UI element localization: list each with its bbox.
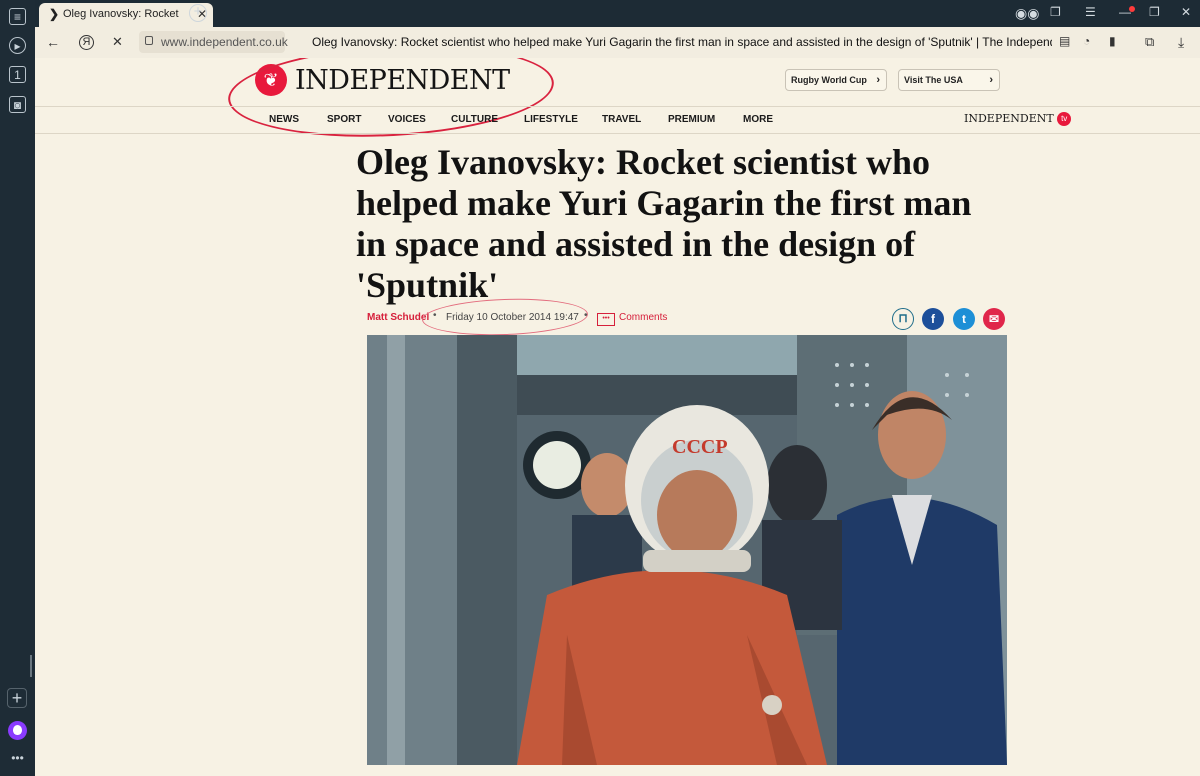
add-panel-icon[interactable]: + [7, 688, 27, 708]
chevron-right-icon: › [876, 74, 880, 86]
separator-dot: • [584, 310, 588, 321]
independent-tv-link[interactable]: INDEPENDENT tv [964, 112, 1072, 126]
menu-icon[interactable]: ☰ [1085, 5, 1096, 19]
facebook-icon[interactable]: f [922, 308, 944, 330]
nav-culture[interactable]: CULTURE [451, 114, 498, 125]
back-icon[interactable]: ← [46, 34, 60, 50]
screenshot-icon[interactable]: ◙ [9, 96, 26, 113]
author-link[interactable]: Matt Schudel [367, 312, 429, 323]
protect-icon[interactable]: ◔ [1083, 34, 1090, 48]
nav-travel[interactable]: TRAVEL [602, 114, 641, 125]
collections-icon[interactable]: ≡ [9, 8, 26, 25]
active-tab[interactable]: ❯ Oleg Ivanovsky: Rocket ✕ [39, 3, 213, 27]
nav-more[interactable]: MORE [743, 114, 773, 125]
browser-sidebar: ≡ ▸ 1 ◙ + ••• [0, 0, 35, 776]
nav-premium[interactable]: PREMIUM [668, 114, 715, 125]
more-icon[interactable]: ••• [9, 750, 26, 767]
comments-link[interactable]: Comments [619, 312, 667, 323]
page-title-in-bar: Oleg Ivanovsky: Rocket scientist who hel… [312, 35, 1052, 49]
tab-favicon-icon: ❯ [49, 7, 60, 21]
chevron-right-icon: › [989, 74, 993, 86]
tab-title: Oleg Ivanovsky: Rocket [63, 8, 179, 20]
url-field[interactable]: www.independent.co.uk [139, 31, 288, 53]
copy-icon[interactable]: ❐ [1050, 5, 1061, 19]
tab-counter[interactable]: 1 [9, 66, 26, 83]
yandex-icon[interactable]: Я [79, 35, 94, 50]
nav-lifestyle[interactable]: LIFESTYLE [524, 114, 578, 125]
tab-bar: ❯ Oleg Ivanovsky: Rocket ✕ + ◉◉ ❐ ☰ — ❐ … [35, 0, 1200, 27]
comments-icon[interactable]: ••• [597, 313, 615, 326]
stop-icon[interactable]: ✕ [112, 34, 123, 50]
download-icon[interactable]: ⤓ [1178, 34, 1184, 51]
reader-glasses-icon[interactable]: ◉◉ [1015, 5, 1039, 22]
close-window-icon[interactable]: ✕ [1181, 5, 1191, 19]
tv-badge: tv [1057, 112, 1072, 126]
nav-sport[interactable]: SPORT [327, 114, 361, 125]
web-page: ❦ INDEPENDENT Rugby World Cup › Visit The… [35, 58, 1200, 776]
address-bar: ← Я ✕ www.independent.co.uk Oleg Ivanovs… [35, 27, 1200, 58]
url-text: www.independent.co.uk [161, 35, 288, 49]
reader-mode-icon[interactable]: ▤ [1059, 34, 1070, 48]
lock-icon [145, 36, 153, 45]
usa-link[interactable]: Visit The USA › [898, 69, 1000, 91]
restore-icon[interactable]: ❐ [1149, 5, 1160, 19]
nav-news[interactable]: NEWS [269, 114, 299, 125]
highlight-circle-logo [225, 58, 557, 145]
nav-voices[interactable]: VOICES [388, 114, 426, 125]
email-icon[interactable]: ✉ [983, 308, 1005, 330]
minimize-icon[interactable]: — [1119, 5, 1131, 19]
new-tab-button[interactable]: + [189, 4, 207, 22]
sidebar-divider [30, 655, 32, 677]
play-icon[interactable]: ▸ [9, 37, 26, 54]
rugby-link-label: Rugby World Cup [791, 75, 867, 85]
twitter-icon[interactable]: t [953, 308, 975, 330]
divider [35, 133, 1200, 134]
tv-brand: INDEPENDENT [964, 112, 1054, 125]
helmet-text: СССР [672, 436, 728, 458]
usa-link-label: Visit The USA [904, 75, 963, 85]
article-headline: Oleg Ivanovsky: Rocket scientist who hel… [356, 142, 972, 305]
gagarin-photo-illustration: СССР [367, 335, 1007, 765]
extensions-icon[interactable]: ⧉ [1145, 34, 1154, 50]
assistant-icon[interactable] [8, 721, 27, 740]
bookmark-icon[interactable]: ⊓ [892, 308, 914, 330]
rugby-link[interactable]: Rugby World Cup › [785, 69, 887, 91]
bookmark-bar-icon[interactable]: ▮ [1109, 34, 1116, 48]
article-photo: СССР [367, 335, 1007, 765]
divider [35, 106, 1200, 107]
